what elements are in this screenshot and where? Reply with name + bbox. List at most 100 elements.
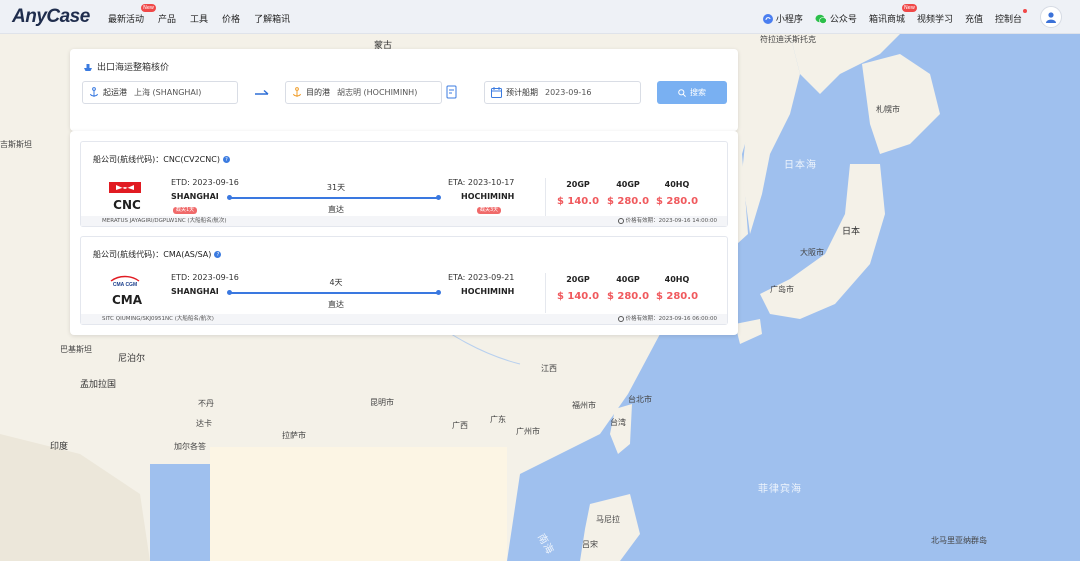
validity-text: 价格有效期：2023-09-16 14:00:00	[625, 218, 717, 224]
map-label-jiangxi: 江西	[541, 364, 557, 373]
map-label-sapporo: 札幌市	[876, 105, 900, 114]
date-label: 预计船期	[506, 88, 538, 97]
map-label-nepal: 尼泊尔	[118, 354, 146, 364]
anchor-icon	[293, 87, 301, 97]
route-arrow-icon	[254, 87, 270, 103]
nav-item-console[interactable]: 控制台	[994, 9, 1027, 25]
map-label-kunming: 昆明市	[370, 398, 394, 407]
nav-item-video[interactable]: 视频学习	[917, 12, 953, 25]
map-label-taiwan: 台湾	[610, 418, 626, 427]
nav-item-activities[interactable]: 最新活动 New	[108, 4, 157, 25]
help-icon[interactable]: ?	[222, 156, 230, 163]
transit-days: 31天	[326, 183, 346, 192]
carrier-title: 船公司(航线代码)：CNC(CV2CNC) ?	[93, 154, 230, 165]
wechat-icon	[815, 14, 827, 24]
map-label-taipei: 台北市	[628, 395, 652, 404]
price-value: $ 140.0	[556, 196, 600, 207]
map-label-japan-sea: 日本海	[784, 160, 817, 171]
new-badge: New	[902, 4, 917, 12]
top-nav: AnyCase 最新活动 New 产品 工具 价格 了解箱讯 小程序 公众号 箱…	[0, 0, 1080, 34]
logo[interactable]: AnyCase	[12, 6, 90, 28]
route-line	[227, 290, 441, 295]
nav-item-recharge[interactable]: 充值	[965, 12, 983, 25]
divider	[545, 273, 546, 313]
search-button-label: 搜索	[690, 88, 706, 97]
map-label-pakistan: 巴基斯坦	[60, 345, 92, 354]
clock-icon	[617, 316, 624, 322]
nav-item-about[interactable]: 了解箱讯	[254, 12, 290, 25]
carrier-code: CNC	[113, 198, 141, 212]
nav-item-official-account[interactable]: 公众号	[815, 12, 857, 25]
transit-days: 4天	[329, 278, 343, 287]
divider	[545, 178, 546, 218]
container-type: 40HQ	[664, 180, 690, 189]
map-label-hiroshima: 广岛市	[770, 285, 794, 294]
map-label-osaka: 大阪市	[800, 248, 824, 257]
map-label-fuzhou: 福州市	[572, 401, 596, 410]
container-type: 40HQ	[664, 275, 690, 284]
sailing-date-field[interactable]: 预计船期 2023-09-16	[484, 81, 641, 104]
avatar[interactable]	[1040, 6, 1062, 28]
eta: ETA: 2023-10-17	[448, 178, 515, 187]
price-20gp: 20GP $ 140.0	[553, 275, 603, 302]
container-type: 20GP	[566, 180, 590, 189]
nav-item-mini-program[interactable]: 小程序	[762, 12, 803, 25]
map-tile-placeholder	[210, 447, 507, 561]
map-label-bangladesh: 孟加拉国	[80, 380, 117, 390]
validity-text: 价格有效期：2023-09-16 06:00:00	[625, 316, 717, 322]
price-value: $ 280.0	[655, 196, 699, 207]
price-20gp: 20GP $ 140.0	[553, 180, 603, 207]
vessel-voyage: MERATUS JAYAGIRI/DGPLW1NC (大船船名/航次)	[102, 218, 227, 224]
svg-text:CMA CGM: CMA CGM	[113, 282, 137, 288]
nav-left-menu: 最新活动 New 产品 工具 价格 了解箱讯	[108, 4, 304, 25]
clock-icon	[617, 218, 624, 224]
search-panel: 出口海运整箱核价 起运港 上海 (SHANGHAI) 目的港 胡志明 (HOCH…	[70, 49, 738, 131]
panel-title-text: 出口海运整箱核价	[97, 63, 170, 73]
carrier-title-text: 船公司(航线代码)：CNC(CV2CNC)	[93, 155, 220, 164]
map-label-vladivostok: 符拉迪沃斯托克	[760, 35, 816, 44]
container-type: 40GP	[616, 275, 640, 284]
price-40hq: 40HQ $ 280.0	[652, 275, 702, 302]
search-button[interactable]: 搜索	[657, 81, 727, 104]
map-label-guangzhou: 广州市	[516, 427, 540, 436]
nav-item-label: 箱讯商城	[868, 15, 905, 25]
price-validity: 价格有效期：2023-09-16 06:00:00	[617, 314, 717, 324]
destination-port: HOCHIMINH	[461, 287, 515, 296]
nav-item-label: 公众号	[829, 15, 857, 25]
result-card-cnc[interactable]: 船公司(航线代码)：CNC(CV2CNC) ? CNC ETD: 2023-09…	[80, 141, 728, 227]
price-40hq: 40HQ $ 280.0	[652, 180, 702, 207]
destination-port-field[interactable]: 目的港 胡志明 (HOCHIMINH)	[285, 81, 442, 104]
eta: ETA: 2023-09-21	[448, 273, 515, 282]
direct-label: 直达	[328, 300, 344, 309]
nav-item-label: 控制台	[994, 15, 1022, 25]
map-label-guangxi: 广西	[452, 421, 468, 430]
mini-program-icon	[762, 13, 773, 24]
map-label-kazakhstan: 吉斯斯坦	[0, 140, 32, 149]
origin-port: SHANGHAI	[171, 287, 219, 296]
origin-cutoff-tag: 截关1天	[173, 207, 198, 214]
nav-item-tools[interactable]: 工具	[190, 12, 208, 25]
nav-item-mall[interactable]: 箱讯商城 New	[868, 4, 917, 25]
nav-item-products[interactable]: 产品	[158, 12, 176, 25]
document-icon[interactable]	[446, 85, 458, 102]
calendar-icon	[491, 87, 502, 98]
nav-right-menu: 小程序 公众号 箱讯商城 New 视频学习 充值 控制台	[751, 4, 1027, 25]
nav-item-pricing[interactable]: 价格	[222, 12, 240, 25]
etd: ETD: 2023-09-16	[171, 178, 239, 187]
origin-value: 上海 (SHANGHAI)	[134, 88, 202, 97]
nav-item-label: 最新活动	[108, 15, 145, 25]
user-icon	[1046, 12, 1056, 23]
map-label-luzon: 吕宋	[582, 540, 598, 549]
date-value: 2023-09-16	[545, 88, 592, 97]
vessel-voyage: SITC QIUMING/SKJ0951NC (大船船名/航次)	[102, 316, 214, 322]
origin-port: SHANGHAI	[171, 192, 219, 201]
origin-port-field[interactable]: 起运港 上海 (SHANGHAI)	[82, 81, 238, 104]
nav-item-label: 小程序	[775, 15, 803, 25]
ship-icon	[84, 63, 92, 71]
result-card-cma[interactable]: 船公司(航线代码)：CMA(AS/SA) ? CMA CGM CMA ETD: …	[80, 236, 728, 325]
new-badge: New	[141, 4, 157, 12]
map-label-bhutan: 不丹	[198, 399, 214, 408]
help-icon[interactable]: ?	[214, 251, 222, 258]
destination-port: HOCHIMINH	[461, 192, 515, 201]
etd: ETD: 2023-09-16	[171, 273, 239, 282]
